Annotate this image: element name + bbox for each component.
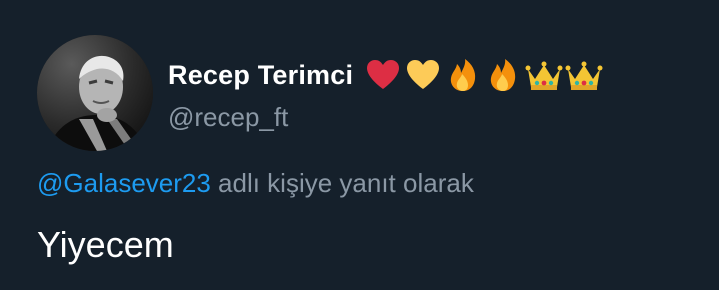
user-handle[interactable]: @recep_ft: [168, 102, 288, 133]
name-row: Recep Terimci: [168, 52, 603, 98]
reply-mention-link[interactable]: @Galasever23: [37, 168, 211, 198]
crown-icon: [565, 57, 603, 93]
tweet-text: Yiyecem: [37, 224, 174, 265]
tweet-card: Recep Terimci @recep_ft @Galasever23 adl…: [0, 0, 719, 290]
display-name[interactable]: Recep Terimci: [168, 60, 353, 91]
name-emojis: [365, 57, 603, 93]
reply-context: @Galasever23 adlı kişiye yanıt olarak: [37, 168, 474, 199]
reply-context-text: adlı kişiye yanıt olarak: [210, 168, 474, 198]
yellow-heart-icon: [405, 57, 441, 93]
red-heart-icon: [365, 57, 401, 93]
avatar-photo: [37, 35, 153, 151]
crown-icon: [525, 57, 563, 93]
fire-icon: [445, 57, 481, 93]
avatar[interactable]: [37, 35, 153, 151]
fire-icon: [485, 57, 521, 93]
